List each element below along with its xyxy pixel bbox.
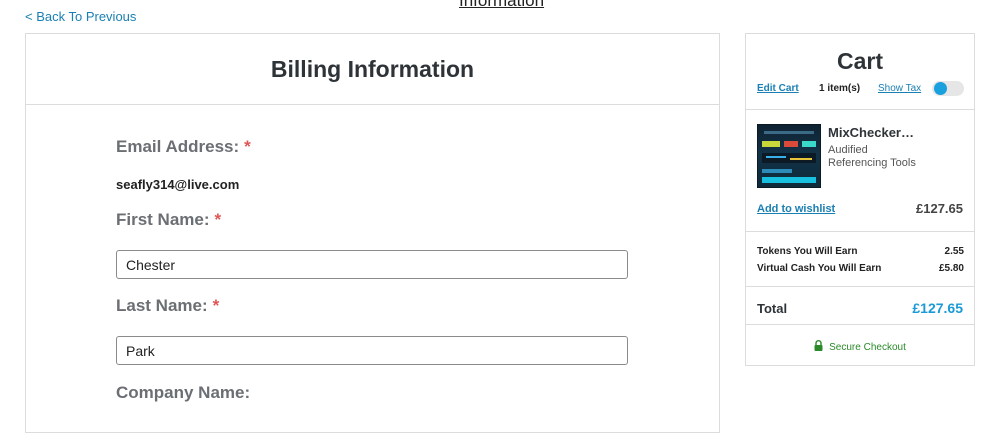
last-name-label: Last Name: *	[116, 296, 219, 316]
email-value: seafly314@live.com	[116, 177, 240, 192]
total-value: £127.65	[912, 300, 963, 316]
billing-header: Billing Information	[26, 34, 719, 105]
cart-title: Cart	[836, 48, 883, 74]
top-heading-fragment: Information	[459, 0, 545, 10]
email-label-text: Email Address:	[116, 137, 240, 156]
cart-toolbar: Edit Cart 1 item(s) Show Tax	[746, 81, 974, 103]
divider	[746, 231, 974, 232]
add-to-wishlist-link[interactable]: Add to wishlist	[757, 203, 835, 215]
cart-panel: Cart Edit Cart 1 item(s) Show Tax MixChe…	[745, 33, 975, 366]
last-name-label-text: Last Name:	[116, 296, 208, 315]
billing-information-panel: Billing Information Email Address: * seaf…	[25, 33, 720, 433]
virtual-cash-value: £5.80	[938, 263, 964, 274]
product-name[interactable]: MixChecker…	[828, 125, 968, 140]
items-count: 1 item(s)	[819, 83, 861, 94]
tokens-earn-label: Tokens You Will Earn	[757, 246, 858, 257]
required-marker: *	[212, 296, 220, 315]
virtual-cash-row: Virtual Cash You Will Earn £5.80	[757, 263, 964, 274]
product-category: Referencing Tools	[828, 157, 916, 169]
required-marker: *	[244, 137, 251, 156]
tokens-earn-row: Tokens You Will Earn 2.55	[757, 246, 964, 257]
toggle-knob	[934, 82, 947, 95]
company-name-label: Company Name:	[116, 383, 251, 402]
product-thumbnail[interactable]	[757, 124, 821, 188]
first-name-input[interactable]	[116, 250, 628, 279]
edit-cart-link[interactable]: Edit Cart	[757, 83, 799, 94]
required-marker: *	[214, 210, 222, 229]
secure-checkout: Secure Checkout	[746, 340, 974, 354]
lock-icon	[814, 340, 823, 354]
email-label: Email Address: *	[116, 137, 251, 157]
divider	[746, 109, 974, 110]
billing-title: Billing Information	[270, 55, 475, 82]
tokens-earn-value: 2.55	[944, 246, 964, 257]
back-to-previous-link[interactable]: < Back To Previous	[25, 9, 136, 24]
first-name-label: First Name: *	[116, 210, 221, 230]
secure-checkout-label: Secure Checkout	[829, 342, 906, 353]
show-tax-link[interactable]: Show Tax	[878, 83, 921, 94]
product-brand: Audified	[828, 144, 868, 156]
show-tax-toggle[interactable]	[932, 81, 964, 96]
first-name-label-text: First Name:	[116, 210, 210, 229]
divider	[746, 286, 974, 287]
virtual-cash-label: Virtual Cash You Will Earn	[757, 263, 882, 274]
total-label: Total	[757, 301, 788, 316]
last-name-input[interactable]	[116, 336, 628, 365]
divider	[746, 324, 974, 325]
product-price: £127.65	[916, 201, 963, 216]
